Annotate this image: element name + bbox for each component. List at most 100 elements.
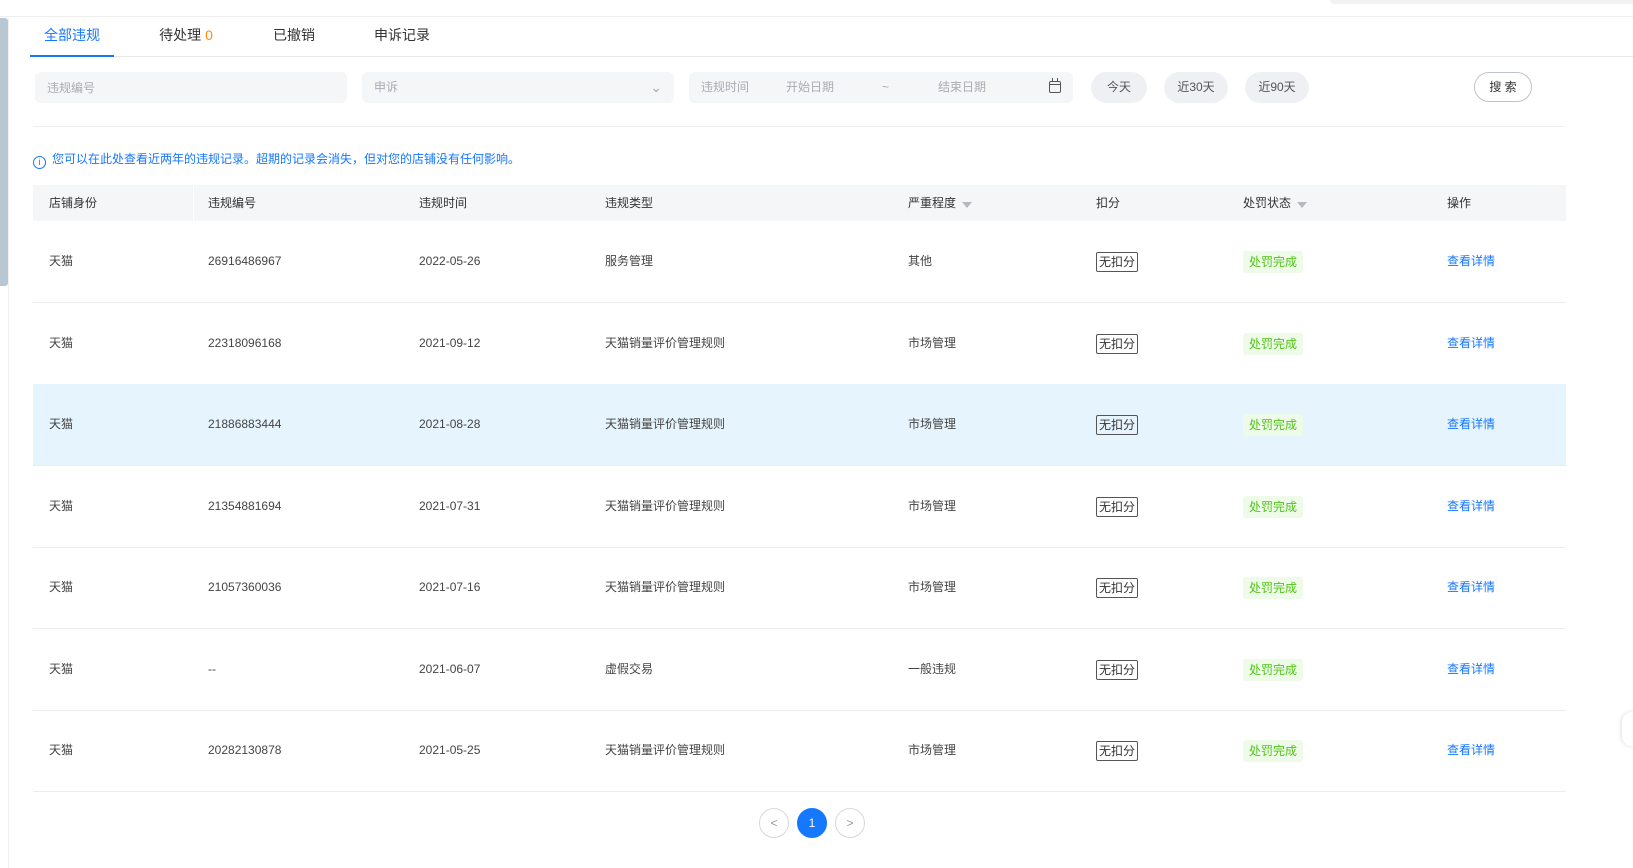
floating-side-handle[interactable] [1622,712,1633,746]
cell-action: 查看详情 [1447,547,1495,628]
view-details-link[interactable]: 查看详情 [1447,743,1495,757]
view-details-link[interactable]: 查看详情 [1447,336,1495,350]
chevron-down-icon: ⌄ [650,79,662,95]
cell-severity: 市场管理 [908,580,957,594]
cell-severity: 其他 [908,254,933,268]
view-details-link[interactable]: 查看详情 [1447,254,1495,268]
cell-shop: 天猫 [49,254,74,268]
filter-divider [33,126,1566,127]
cell-severity: 一般违规 [908,662,957,676]
tab-label: 待处理 [159,27,202,43]
points-tag: 无扣分 [1096,496,1139,517]
range-separator: ~ [882,80,890,94]
cell-severity: 市场管理 [908,417,957,431]
tab-label: 申诉记录 [374,27,430,43]
col-header-type: 违规类型 [605,196,654,210]
today-button[interactable]: 今天 [1091,72,1147,103]
cell-time: 2022-05-26 [419,254,481,268]
cell-action: 查看详情 [1447,221,1495,302]
status-badge: 处罚完成 [1243,576,1304,599]
cell-shop: 天猫 [49,662,74,676]
cell-points: 无扣分 [1096,547,1139,628]
info-notice: i 您可以在此处查看近两年的违规记录。超期的记录会消失，但对您的店铺没有任何影响。 [33,150,521,169]
violation-time-label: 违规时间 [701,80,750,94]
cell-violation-no: 21886883444 [208,417,282,431]
last-90-days-button[interactable]: 近90天 [1245,72,1309,103]
status-badge: 处罚完成 [1243,739,1304,762]
table-row: 天猫 21354881694 2021-07-31 天猫销量评价管理规则 市场管… [33,466,1566,548]
end-date-input[interactable]: 结束日期 [938,72,986,103]
tab-revoked[interactable]: 已撤销 [269,17,319,57]
cell-points: 无扣分 [1096,629,1139,710]
tab-all-violations[interactable]: 全部违规 [30,17,114,57]
col-header-status: 处罚状态 [1243,185,1308,221]
cell-action: 查看详情 [1447,466,1495,547]
cell-points: 无扣分 [1096,384,1139,465]
cell-shop: 天猫 [49,580,74,594]
date-range-picker[interactable]: 违规时间 开始日期 ~ 结束日期 [689,72,1073,103]
cell-shop: 天猫 [49,417,74,431]
table-row: 天猫 20282130878 2021-05-25 天猫销量评价管理规则 市场管… [33,710,1566,792]
cell-shop: 天猫 [49,336,74,350]
cell-action: 查看详情 [1447,384,1495,465]
cell-violation-no: 22318096168 [208,336,282,350]
points-tag: 无扣分 [1096,333,1139,354]
cell-status: 处罚完成 [1243,466,1304,547]
cell-status: 处罚完成 [1243,710,1304,791]
table-row: 天猫 21057360036 2021-07-16 天猫销量评价管理规则 市场管… [33,547,1566,629]
start-date-input[interactable]: 开始日期 [786,72,834,103]
tab-appeal-records[interactable]: 申诉记录 [372,17,432,57]
cell-violation-no: 21354881694 [208,499,282,513]
view-details-link[interactable]: 查看详情 [1447,499,1495,513]
page-1-button[interactable]: 1 [797,808,827,838]
cell-shop: 天猫 [49,499,74,513]
header-divider [193,185,194,221]
notice-text: 您可以在此处查看近两年的违规记录。超期的记录会消失，但对您的店铺没有任何影响。 [52,152,521,166]
cell-time: 2021-08-28 [419,417,481,431]
cell-status: 处罚完成 [1243,629,1304,710]
view-details-link[interactable]: 查看详情 [1447,580,1495,594]
filter-icon[interactable] [962,202,973,208]
cell-type: 天猫销量评价管理规则 [605,417,726,431]
left-rail [8,18,9,868]
cell-type: 天猫销量评价管理规则 [605,499,726,513]
cell-points: 无扣分 [1096,221,1139,302]
tab-label: 全部违规 [44,27,100,43]
col-header-shop: 店铺身份 [49,196,98,210]
cell-points: 无扣分 [1096,466,1139,547]
cell-status: 处罚完成 [1243,384,1304,465]
tab-pending[interactable]: 待处理 0 [155,17,217,57]
cell-severity: 市场管理 [908,336,957,350]
cell-type: 虚假交易 [605,662,654,676]
cell-status: 处罚完成 [1243,221,1304,302]
points-tag: 无扣分 [1096,414,1139,435]
points-tag: 无扣分 [1096,659,1139,680]
view-details-link[interactable]: 查看详情 [1447,662,1495,676]
cell-action: 查看详情 [1447,710,1495,791]
col-header-points: 扣分 [1096,196,1121,210]
violation-no-field [35,72,347,103]
table-row-highlighted: 天猫 21886883444 2021-08-28 天猫销量评价管理规则 市场管… [33,384,1566,466]
cell-shop: 天猫 [49,743,74,757]
tab-bar: 全部违规 待处理 0 已撤销 申诉记录 [30,17,1633,57]
appeal-select[interactable]: 申诉 ⌄ [362,72,674,103]
points-tag: 无扣分 [1096,577,1139,598]
filter-icon[interactable] [1297,202,1308,208]
next-page-button[interactable]: > [835,808,865,838]
last-30-days-button[interactable]: 近30天 [1164,72,1228,103]
violation-no-input[interactable] [47,72,347,103]
cell-action: 查看详情 [1447,629,1495,710]
status-badge: 处罚完成 [1243,495,1304,518]
cell-time: 2021-05-25 [419,743,481,757]
view-details-link[interactable]: 查看详情 [1447,417,1495,431]
prev-page-button[interactable]: < [759,808,789,838]
cell-action: 查看详情 [1447,303,1495,384]
calendar-icon[interactable] [1049,78,1061,93]
col-header-severity: 严重程度 [908,185,973,221]
cell-status: 处罚完成 [1243,547,1304,628]
table-header: 店铺身份 违规编号 违规时间 违规类型 严重程度 扣分 处罚状态 操作 [33,185,1566,221]
points-tag: 无扣分 [1096,740,1139,761]
cell-time: 2021-09-12 [419,336,481,350]
left-scrollbar[interactable] [0,18,8,286]
search-button[interactable]: 搜 索 [1474,72,1532,102]
